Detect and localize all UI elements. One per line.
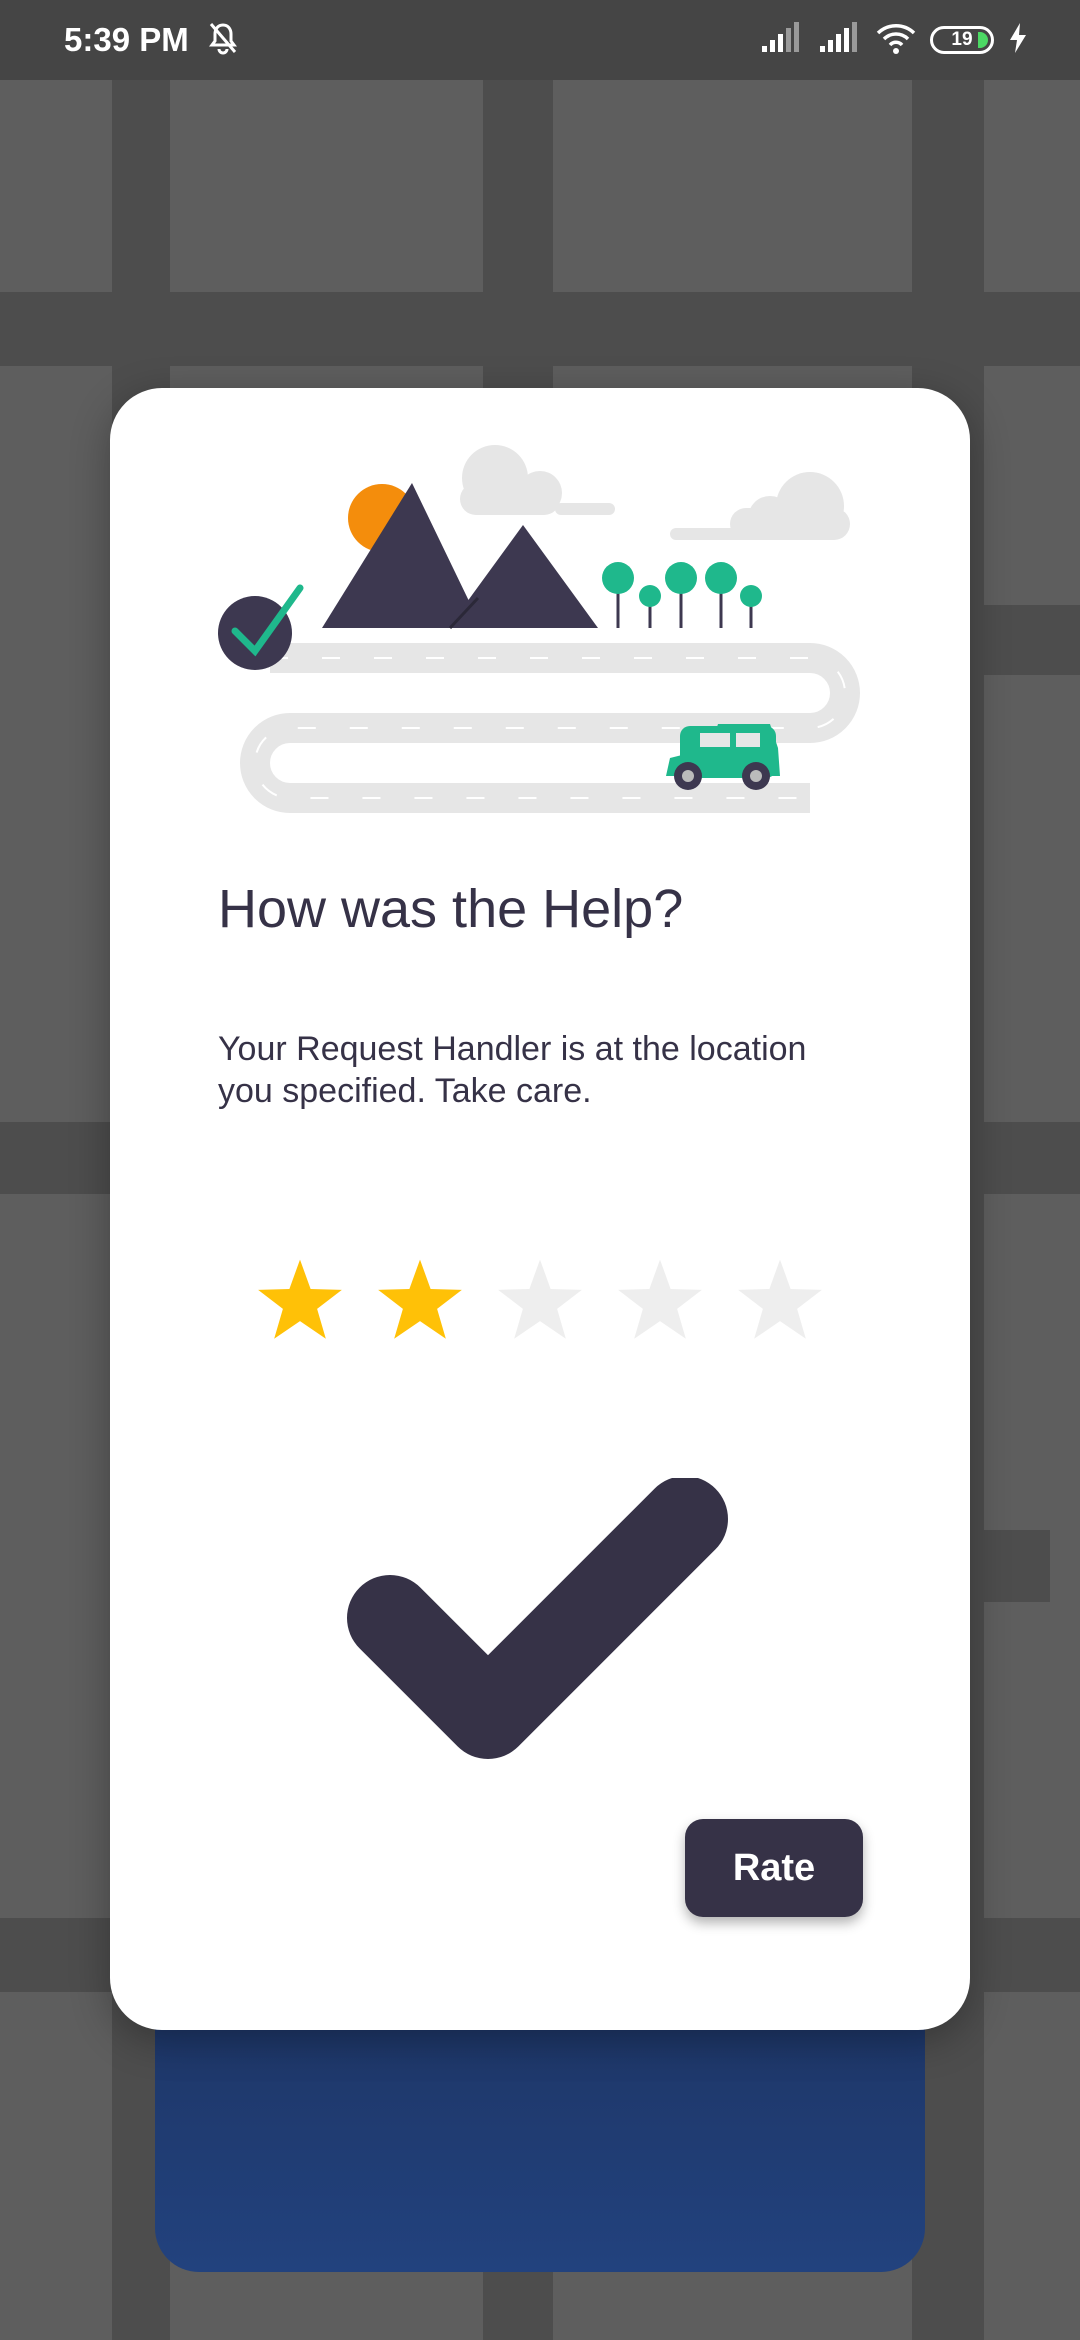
star-icon[interactable] [255,1256,345,1346]
map-road [0,292,1080,366]
battery-icon: 19 [930,26,994,54]
status-bar: 5:39 PM 19 [0,0,1080,80]
dialog-title: How was the Help? [218,879,684,939]
wifi-icon [876,21,916,60]
mute-icon [205,20,241,61]
charging-icon [1008,22,1028,58]
star-icon[interactable] [375,1256,465,1346]
trip-illustration [218,445,860,813]
mountain-icon [448,525,598,628]
rating-dialog: How was the Help? Your Request Handler i… [110,388,970,2030]
signal-icon [818,21,862,59]
mountain-icon [322,483,482,628]
status-time: 5:39 PM [64,21,189,58]
checkmark-icon [347,1478,728,1759]
star-icon[interactable] [615,1256,705,1346]
signal-icon [760,21,804,59]
rate-button[interactable]: Rate [685,1819,863,1917]
star-icon[interactable] [495,1256,585,1346]
battery-level: 19 [951,29,973,50]
map-road [960,1530,1050,1602]
tree-icon [602,562,762,628]
dialog-message: Your Request Handler is at the location … [218,1030,807,1110]
star-icon[interactable] [735,1256,825,1346]
checkpoint-icon [218,596,292,670]
map-road [960,605,1080,675]
cloud-icon [460,445,850,540]
car-icon [666,724,780,790]
star-rating[interactable] [255,1256,825,1346]
